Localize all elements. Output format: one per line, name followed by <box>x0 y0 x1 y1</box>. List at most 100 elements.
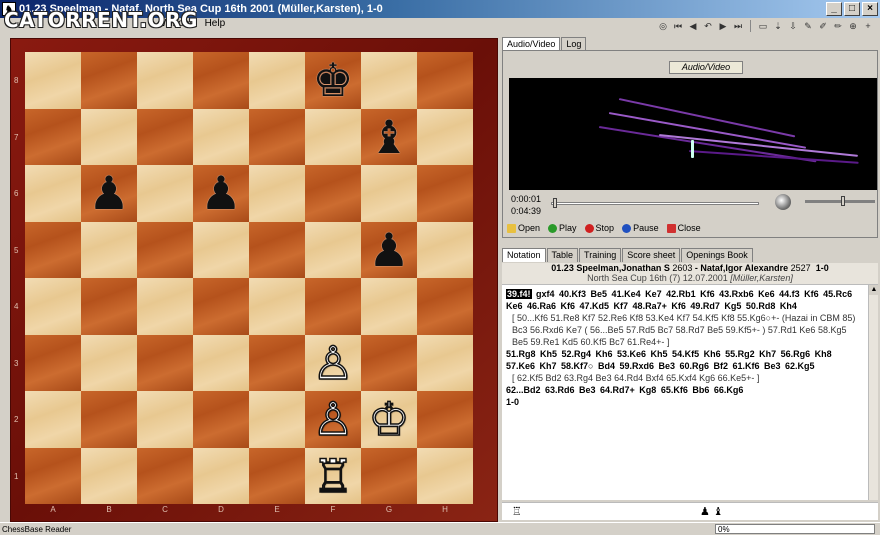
square-h1[interactable] <box>417 447 473 504</box>
pen-icon[interactable]: ✎ <box>802 20 814 32</box>
square-b1[interactable] <box>81 447 137 504</box>
open-button[interactable]: Open <box>507 223 540 233</box>
square-b7[interactable] <box>81 108 137 165</box>
tab-score-sheet[interactable]: Score sheet <box>622 248 681 262</box>
square-h3[interactable] <box>417 334 473 391</box>
white-rook-icon[interactable]: ♖ <box>312 452 355 500</box>
square-g7[interactable]: ♝ <box>361 108 417 165</box>
square-d7[interactable] <box>193 108 249 165</box>
square-f4[interactable] <box>305 278 361 335</box>
notation-pane[interactable]: 39.f4! gxf4 40.Kf3 Be5 41.Ke4 Ke7 42.Rb1… <box>502 285 868 500</box>
square-d6[interactable]: ♟ <box>193 165 249 222</box>
square-f1[interactable]: ♖ <box>305 447 361 504</box>
reset-icon[interactable]: ◎ <box>657 20 669 32</box>
square-d1[interactable] <box>193 447 249 504</box>
brush-icon[interactable]: ✐ <box>817 20 829 32</box>
black-king-icon[interactable]: ♚ <box>312 57 353 103</box>
square-b6[interactable]: ♟ <box>81 165 137 222</box>
video-display[interactable] <box>509 78 877 190</box>
last-move-icon[interactable]: ⏭ <box>732 20 744 32</box>
zoom-icon[interactable]: ⊕ <box>847 20 859 32</box>
undo-icon[interactable]: ↶ <box>702 20 714 32</box>
seek-thumb[interactable] <box>552 198 557 208</box>
plus-icon[interactable]: + <box>862 20 874 32</box>
square-b2[interactable] <box>81 391 137 448</box>
pause-button[interactable]: Pause <box>622 223 659 233</box>
close-media-button[interactable]: Close <box>666 223 701 233</box>
square-g6[interactable] <box>361 165 417 222</box>
stop-button[interactable]: Stop <box>584 223 614 233</box>
chess-board[interactable]: ♚ ♝ ♟ ♟ ♟ ♙ ♙ ♔ ♖ <box>25 52 473 504</box>
square-g5[interactable]: ♟ <box>361 221 417 278</box>
square-c3[interactable] <box>137 334 193 391</box>
square-f8[interactable]: ♚ <box>305 52 361 109</box>
speaker-icon[interactable] <box>775 194 791 210</box>
square-a1[interactable] <box>25 447 81 504</box>
close-button[interactable]: × <box>862 2 878 16</box>
square-b4[interactable] <box>81 278 137 335</box>
square-c4[interactable] <box>137 278 193 335</box>
square-g4[interactable] <box>361 278 417 335</box>
square-b5[interactable] <box>81 221 137 278</box>
square-a5[interactable] <box>25 221 81 278</box>
square-h6[interactable] <box>417 165 473 222</box>
tab-notation[interactable]: Notation <box>502 248 546 262</box>
square-a4[interactable] <box>25 278 81 335</box>
tab-table[interactable]: Table <box>546 248 579 262</box>
white-pawn-f3-icon[interactable]: ♙ <box>312 339 355 387</box>
square-a3[interactable] <box>25 334 81 391</box>
square-c5[interactable] <box>137 221 193 278</box>
square-a6[interactable] <box>25 165 81 222</box>
square-d2[interactable] <box>193 391 249 448</box>
scroll-up-icon[interactable]: ▲ <box>869 285 879 295</box>
square-a8[interactable] <box>25 52 81 109</box>
square-h4[interactable] <box>417 278 473 335</box>
square-f6[interactable] <box>305 165 361 222</box>
notation-scrollbar[interactable]: ▲ <box>868 285 879 500</box>
square-e2[interactable] <box>249 391 305 448</box>
current-move[interactable]: 39.f4! <box>506 289 532 299</box>
square-e1[interactable] <box>249 447 305 504</box>
square-h5[interactable] <box>417 221 473 278</box>
play-button[interactable]: Play <box>548 223 577 233</box>
square-f3[interactable]: ♙ <box>305 334 361 391</box>
first-move-icon[interactable]: ⏮ <box>672 20 684 32</box>
square-g2[interactable]: ♔ <box>361 391 417 448</box>
next-move-icon[interactable]: ▶ <box>717 20 729 32</box>
tab-audio-video[interactable]: Audio/Video <box>502 37 561 50</box>
square-d4[interactable] <box>193 278 249 335</box>
square-e5[interactable] <box>249 221 305 278</box>
square-f7[interactable] <box>305 108 361 165</box>
square-d3[interactable] <box>193 334 249 391</box>
square-c1[interactable] <box>137 447 193 504</box>
square-d5[interactable] <box>193 221 249 278</box>
square-e8[interactable] <box>249 52 305 109</box>
new-icon[interactable]: ▭ <box>757 20 769 32</box>
square-e6[interactable] <box>249 165 305 222</box>
tab-training[interactable]: Training <box>579 248 622 262</box>
square-g8[interactable] <box>361 52 417 109</box>
square-f5[interactable] <box>305 221 361 278</box>
black-pawn-g5-icon[interactable]: ♟ <box>368 227 409 273</box>
tab-log[interactable]: Log <box>561 37 587 50</box>
square-d8[interactable] <box>193 52 249 109</box>
square-b8[interactable] <box>81 52 137 109</box>
seek-bar[interactable] <box>551 198 759 208</box>
square-c7[interactable] <box>137 108 193 165</box>
white-pawn-f2-icon[interactable]: ♙ <box>312 396 355 444</box>
variation-2[interactable]: [ 62.Kf5 Bd2 63.Rg4 Be3 64.Rd4 Bxf4 65.K… <box>506 372 864 384</box>
main-moves-1[interactable]: gxf4 40.Kf3 Be5 41.Ke4 Ke7 42.Rb1 Kf6 43… <box>506 289 852 311</box>
square-e7[interactable] <box>249 108 305 165</box>
square-g1[interactable] <box>361 447 417 504</box>
square-a2[interactable] <box>25 391 81 448</box>
black-pawn-b6-icon[interactable]: ♟ <box>88 170 129 216</box>
square-c2[interactable] <box>137 391 193 448</box>
main-moves-3[interactable]: 62...Bd2 63.Rd6 Be3 64.Rd7+ Kg8 65.Kf6 B… <box>506 384 864 396</box>
square-f2[interactable]: ♙ <box>305 391 361 448</box>
main-moves-2[interactable]: 51.Rg8 Kh5 52.Rg4 Kh6 53.Ke6 Kh5 54.Kf5 … <box>506 348 864 372</box>
black-pawn-d6-icon[interactable]: ♟ <box>200 170 241 216</box>
prev-move-icon[interactable]: ◀ <box>687 20 699 32</box>
square-h8[interactable] <box>417 52 473 109</box>
square-e4[interactable] <box>249 278 305 335</box>
square-a7[interactable] <box>25 108 81 165</box>
